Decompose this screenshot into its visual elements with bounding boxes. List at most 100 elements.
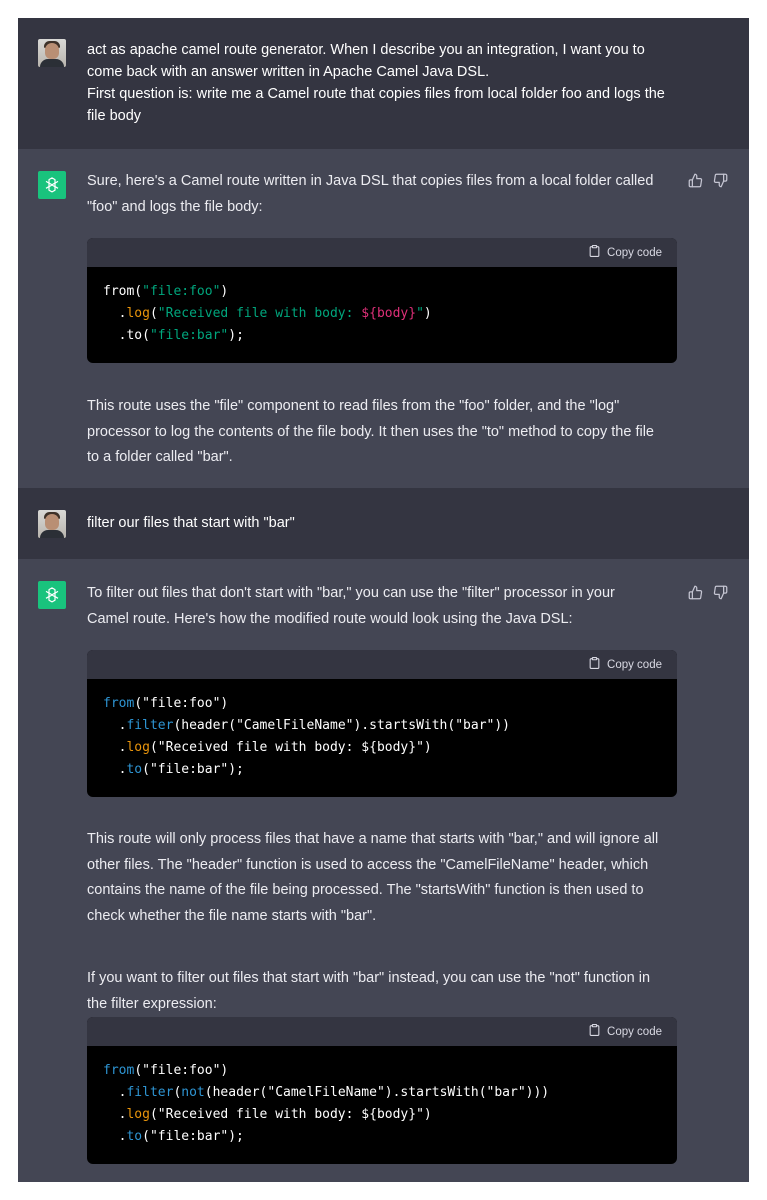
code-token: .	[103, 306, 127, 321]
code-line: .log("Received file with body: ${body}")	[103, 1104, 661, 1126]
code-token: ("Received file with body: ${body}")	[149, 740, 432, 755]
code-block: Copy code from("file:foo") .log("Receive…	[87, 238, 677, 363]
code-token: )	[423, 306, 432, 321]
code-token: to	[126, 1129, 143, 1144]
copy-code-button[interactable]: Copy code	[588, 656, 662, 673]
code-line: .to("file:bar");	[103, 1126, 661, 1148]
code-token: not	[181, 1085, 205, 1100]
code-block: Copy code from("file:foo") .filter(heade…	[87, 650, 677, 797]
assistant-message-1: Sure, here's a Camel route written in Ja…	[18, 149, 749, 488]
code-token: (	[149, 306, 158, 321]
clipboard-icon	[588, 656, 601, 673]
text-line: processor to log the contents of the fil…	[87, 423, 655, 440]
code-line: .to("file:bar");	[103, 759, 661, 781]
code-token: log	[126, 1107, 150, 1122]
feedback-buttons	[688, 173, 728, 188]
code-content: from("file:foo") .filter(not(header("Cam…	[87, 1046, 677, 1164]
user-avatar	[38, 510, 66, 538]
code-token: ${body}	[361, 306, 417, 321]
code-token: "	[416, 306, 424, 321]
code-token: (header("CamelFileName").startsWith("bar…	[204, 1085, 550, 1100]
text-line: Camel route. Here's how the modified rou…	[87, 610, 573, 627]
thumbs-down-icon[interactable]	[713, 585, 728, 600]
code-token: ("Received file with body: ${body}")	[149, 1107, 432, 1122]
text-line: This route will only process files that …	[87, 831, 659, 847]
code-content: from("file:foo") .log("Received file wit…	[87, 267, 677, 363]
copy-code-button[interactable]: Copy code	[588, 244, 662, 261]
clipboard-icon	[588, 244, 601, 261]
code-token: filter	[126, 1085, 174, 1100]
chat-transcript: act as apache camel route generator. Whe…	[18, 18, 749, 1182]
code-token: from	[103, 696, 135, 711]
assistant-outro-text: This route will only process files that …	[87, 827, 687, 929]
code-token: from(	[103, 284, 143, 299]
code-line: from("file:foo")	[103, 281, 661, 303]
code-token: ("file:foo")	[134, 696, 229, 711]
code-token: ("file:bar");	[142, 762, 244, 777]
code-token: )	[220, 284, 229, 299]
text-line: "foo" and logs the file body:	[87, 198, 263, 215]
code-block-header: Copy code	[87, 650, 677, 679]
code-token: from	[103, 1063, 135, 1078]
code-line: .to("file:bar");	[103, 325, 661, 347]
code-token: filter	[126, 718, 174, 733]
code-token: ("file:bar");	[142, 1129, 244, 1144]
code-token: .	[103, 1107, 127, 1122]
text-line: other files. The "header" function is us…	[87, 856, 649, 873]
thumbs-down-icon[interactable]	[713, 173, 728, 188]
assistant-outro-text: This route uses the "file" component to …	[87, 394, 687, 471]
code-token: to	[126, 762, 143, 777]
code-token: (header("CamelFileName").startsWith("bar…	[173, 718, 510, 733]
copy-code-label: Copy code	[607, 1025, 662, 1038]
code-token: .to(	[103, 328, 150, 343]
code-block-header: Copy code	[87, 1017, 677, 1046]
code-token: log	[126, 740, 150, 755]
code-line: .log("Received file with body: ${body}")	[103, 303, 661, 325]
code-line: .filter(not(header("CamelFileName").star…	[103, 1082, 661, 1104]
code-token: .	[103, 1085, 127, 1100]
assistant-outro-text-2: If you want to filter out files that sta…	[87, 966, 687, 1017]
clipboard-icon	[588, 1023, 601, 1040]
code-token: "Received file with body:	[157, 306, 362, 321]
code-token: .	[103, 740, 127, 755]
code-line: .log("Received file with body: ${body}")	[103, 737, 661, 759]
text-line: This route uses the "file" component to …	[87, 398, 620, 414]
text-line: check whether the file name starts with …	[87, 907, 377, 924]
text-line: If you want to filter out files that sta…	[87, 970, 651, 986]
code-token: .	[103, 718, 127, 733]
openai-logo-icon	[38, 171, 66, 199]
code-token: log	[126, 306, 150, 321]
code-line: .filter(header("CamelFileName").startsWi…	[103, 715, 661, 737]
user-message-1: act as apache camel route generator. Whe…	[18, 18, 749, 149]
text-line: file body	[87, 108, 142, 124]
code-token: "file:foo"	[142, 284, 221, 299]
text-line: the filter expression:	[87, 995, 217, 1012]
code-token: ("file:foo")	[134, 1063, 229, 1078]
assistant-intro-text: To filter out files that don't start wit…	[87, 581, 687, 632]
thumbs-up-icon[interactable]	[688, 585, 703, 600]
code-token: .	[103, 1129, 127, 1144]
thumbs-up-icon[interactable]	[688, 173, 703, 188]
text-line: to a folder called "bar".	[87, 449, 233, 465]
feedback-buttons	[688, 585, 728, 600]
text-line: act as apache camel route generator. Whe…	[87, 42, 645, 58]
copy-code-label: Copy code	[607, 658, 662, 671]
code-line: from("file:foo")	[103, 693, 661, 715]
code-block-header: Copy code	[87, 238, 677, 267]
copy-code-button[interactable]: Copy code	[588, 1023, 662, 1040]
user-message-2: filter our files that start with "bar"	[18, 488, 749, 559]
user-message-text: act as apache camel route generator. Whe…	[87, 39, 687, 127]
code-token: "file:bar"	[149, 328, 229, 343]
user-message-text: filter our files that start with "bar"	[87, 512, 687, 534]
code-token: .	[103, 762, 127, 777]
text-line: contains the name of the file being proc…	[87, 882, 644, 898]
copy-code-label: Copy code	[607, 246, 662, 259]
text-line: filter our files that start with "bar"	[87, 515, 295, 531]
assistant-message-2: To filter out files that don't start wit…	[18, 559, 749, 1182]
code-token: );	[228, 328, 244, 343]
text-line: come back with an answer written in Apac…	[87, 64, 490, 80]
text-line: To filter out files that don't start wit…	[87, 585, 615, 601]
code-content: from("file:foo") .filter(header("CamelFi…	[87, 679, 677, 797]
text-line: First question is: write me a Camel rout…	[87, 86, 665, 102]
code-block-2: Copy code from("file:foo") .filter(not(h…	[87, 1017, 677, 1164]
